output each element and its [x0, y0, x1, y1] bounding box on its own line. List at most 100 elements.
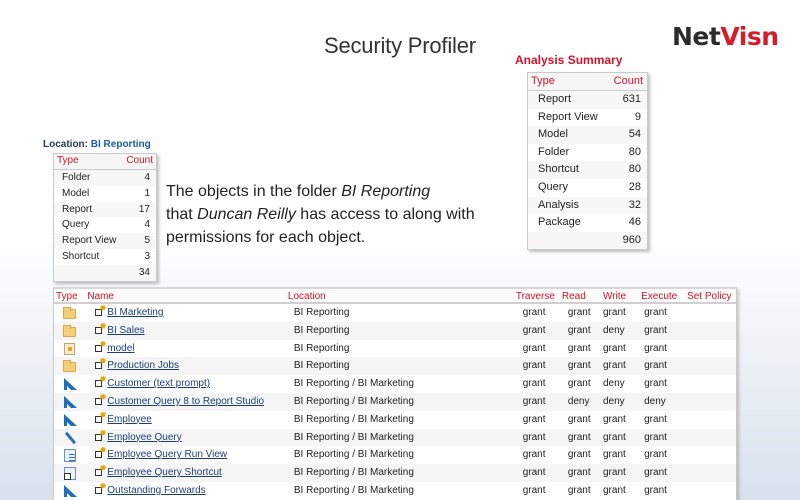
count-cell: 5 [144, 235, 150, 247]
name-cell: ✹ BI Marketing [87, 304, 288, 322]
object-link[interactable]: BI Marketing [107, 307, 163, 318]
object-link[interactable]: Customer Query 8 to Report Studio [107, 396, 264, 407]
query-icon [63, 431, 77, 444]
header-type[interactable]: Type [54, 289, 87, 302]
summary-row: Analysis 32 [528, 196, 647, 215]
set-policy-cell [687, 304, 736, 322]
header-name[interactable]: Name [87, 289, 288, 302]
type-cell [54, 357, 87, 375]
location-summary-rows: Folder 4 Model 1 Report 17 Query 4 Report View 5 S… [54, 170, 156, 281]
total-count: 960 [622, 233, 641, 246]
summary-row: Shortcut 80 [528, 161, 647, 179]
name-cell: ✹ Production Jobs [87, 357, 288, 375]
analysis-summary-table: Type Count Report 631 Report View 9 Model 54 F… [527, 72, 648, 251]
type-cell: Shortcut [538, 163, 579, 176]
header-traverse[interactable]: Traverse [516, 289, 562, 302]
properties-icon[interactable]: ✹ [95, 375, 107, 388]
set-policy-cell [687, 393, 736, 411]
header-write[interactable]: Write [603, 289, 641, 302]
properties-icon[interactable]: ✹ [95, 321, 107, 334]
traverse-cell: grant [522, 484, 546, 496]
count-cell: 9 [634, 110, 641, 123]
count-column-header: Count [613, 75, 643, 87]
traverse-cell: grant [522, 449, 546, 461]
type-cell [54, 340, 87, 358]
location-cell: BI Reporting [293, 307, 350, 318]
type-cell [54, 446, 87, 464]
properties-icon[interactable]: ✹ [95, 428, 107, 441]
type-cell: Report View [538, 110, 598, 123]
table-row: ✹ Customer Query 8 to Report Studio BI Re… [54, 392, 736, 411]
object-link[interactable]: model [107, 343, 134, 354]
logo-text-visn: Visn [720, 22, 779, 51]
execute-cell: grant [644, 342, 667, 354]
name-cell: ✹ Outstanding Forwards [87, 481, 288, 500]
location-summary-table: Type Count Folder 4 Model 1 Report 17 Query 4 Re… [53, 153, 157, 282]
properties-icon[interactable]: ✹ [95, 446, 107, 459]
logo-text-net: Net [672, 22, 721, 51]
report-icon [63, 413, 77, 426]
table-row: ✹ Employee BI Reporting / BI Marketing gr… [54, 410, 736, 429]
location-cell: BI Reporting [293, 360, 350, 372]
header-read[interactable]: Read [562, 289, 603, 302]
write-cell: grant [603, 449, 626, 461]
type-cell: Model [62, 187, 90, 199]
type-cell: Shortcut [62, 250, 100, 262]
location-summary-header: Type Count [54, 154, 156, 170]
header-execute[interactable]: Execute [641, 289, 687, 302]
type-cell [54, 322, 87, 340]
table-row: ✹ model BI Reporting grant grant grant gr… [54, 339, 736, 358]
name-cell: ✹ Employee Query Shortcut [87, 464, 288, 482]
summary-row: Folder 80 [528, 144, 647, 162]
properties-icon[interactable]: ✹ [95, 357, 107, 370]
properties-icon[interactable]: ✹ [95, 410, 107, 423]
summary-row: Report 631 [528, 91, 647, 109]
page-title: Security Profiler [324, 33, 476, 58]
summary-row: Shortcut 3 [54, 249, 156, 265]
properties-icon[interactable]: ✹ [95, 481, 107, 494]
location-cell: BI Reporting / BI Marketing [293, 395, 414, 407]
read-cell: grant [567, 324, 591, 336]
properties-icon[interactable]: ✹ [95, 339, 107, 352]
object-link[interactable]: Employee [107, 414, 151, 425]
execute-cell: grant [644, 378, 667, 390]
type-cell: Analysis [538, 198, 579, 211]
read-cell: deny [567, 395, 590, 407]
folder-icon [63, 360, 77, 373]
header-location[interactable]: Location [288, 289, 516, 302]
properties-icon[interactable]: ✹ [95, 464, 107, 477]
count-cell: 80 [628, 163, 641, 176]
object-link[interactable]: Employee Query Shortcut [107, 467, 222, 478]
properties-icon[interactable]: ✹ [95, 392, 107, 405]
folder-icon [63, 324, 77, 337]
object-link[interactable]: Customer (text prompt) [107, 378, 210, 389]
type-cell [54, 375, 87, 393]
object-link[interactable]: Employee Query Run View [107, 449, 227, 460]
type-cell: Query [62, 219, 90, 231]
folder-icon [63, 307, 77, 319]
set-policy-cell [687, 446, 736, 464]
name-cell: ✹ Customer (text prompt) [87, 375, 288, 393]
type-column-header: Type [531, 75, 555, 87]
analysis-summary-title: Analysis Summary [515, 53, 623, 67]
object-link[interactable]: Production Jobs [107, 360, 179, 371]
read-cell: grant [567, 342, 591, 354]
objects-permissions-table: Type Name Location Traverse Read Write E… [53, 287, 737, 500]
object-link[interactable]: Employee Query [107, 432, 181, 443]
header-set-policy[interactable]: Set Policy [687, 289, 736, 302]
read-cell: grant [567, 484, 591, 496]
properties-icon[interactable]: ✹ [95, 304, 107, 316]
set-policy-cell [687, 429, 736, 447]
description-part: that [166, 206, 198, 223]
netvisn-logo: NetVisn [672, 22, 779, 51]
summary-row: Model 54 [528, 126, 647, 144]
name-cell: ✹ Employee Query Run View [87, 446, 288, 464]
write-cell: deny [603, 378, 625, 390]
object-link[interactable]: Outstanding Forwards [107, 485, 205, 496]
write-cell: deny [603, 395, 625, 407]
type-cell: Package [538, 216, 581, 229]
execute-cell: grant [644, 324, 667, 336]
type-cell [54, 411, 87, 429]
name-cell: ✹ Employee [87, 410, 288, 429]
object-link[interactable]: BI Sales [107, 325, 144, 336]
